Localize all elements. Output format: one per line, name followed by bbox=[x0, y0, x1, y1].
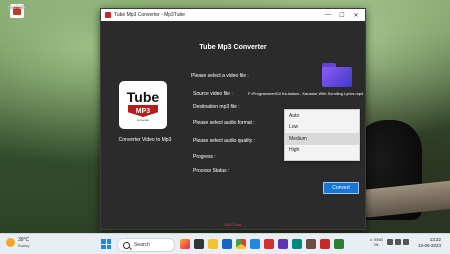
store-icon[interactable] bbox=[250, 239, 260, 249]
source-path-value: F:\Programmer\Dil Ka Aalam - Karaoke Wit… bbox=[248, 91, 364, 96]
app-heading: Tube Mp3 Converter bbox=[199, 44, 267, 51]
app-icon bbox=[105, 12, 111, 18]
start-button[interactable] bbox=[101, 239, 111, 249]
folder-icon[interactable] bbox=[322, 63, 352, 87]
logo-text-mp3: MP3 bbox=[128, 105, 158, 117]
taskbar-app-icon-1[interactable] bbox=[180, 239, 190, 249]
dropdown-option-medium[interactable]: Medium bbox=[285, 133, 359, 145]
app-logo: Tube MP3 converter bbox=[119, 81, 167, 129]
dropdown-option-low[interactable]: Low bbox=[285, 122, 359, 134]
minimize-button[interactable]: — bbox=[321, 9, 335, 21]
window-content: Tube Mp3 Converter Tube MP3 converter Co… bbox=[101, 21, 365, 229]
process-status-label: Process Status : bbox=[193, 168, 230, 174]
progress-label: Progress : bbox=[193, 154, 216, 160]
chevron-up-icon[interactable]: ^ bbox=[370, 239, 372, 245]
mp3tube-taskbar-icon[interactable] bbox=[264, 239, 274, 249]
taskview-icon[interactable] bbox=[194, 239, 204, 249]
taskbar-app-icon-6[interactable] bbox=[334, 239, 344, 249]
destination-label: Destination mp3 file : bbox=[193, 104, 240, 110]
taskbar-app-icon-4[interactable] bbox=[306, 239, 316, 249]
window-titlebar[interactable]: Tube Mp3 Converter - Mp3Tube — ☐ ✕ bbox=[101, 9, 365, 21]
source-video-label: Source video file : bbox=[193, 91, 233, 97]
language-indicator[interactable]: ENG IN bbox=[374, 237, 383, 247]
desktop-icon-label: YouTube bbox=[7, 5, 27, 11]
desktop-icon-youtube[interactable]: YouTube bbox=[6, 4, 28, 18]
logo-caption: Converter Video to Mp3 bbox=[118, 137, 172, 143]
taskbar-clock[interactable]: 13:22 13-06-2023 bbox=[418, 237, 441, 249]
audio-quality-dropdown[interactable]: Auto Low Medium High bbox=[284, 109, 360, 161]
clock-date: 13-06-2023 bbox=[418, 243, 442, 248]
dropdown-option-auto[interactable]: Auto bbox=[285, 110, 359, 122]
taskbar-app-icon-2[interactable] bbox=[278, 239, 288, 249]
select-video-label: Please select a video file : bbox=[191, 73, 249, 79]
window-title: Tube Mp3 Converter - Mp3Tube bbox=[114, 12, 186, 18]
search-icon bbox=[123, 241, 130, 249]
dropdown-option-high[interactable]: High bbox=[285, 145, 359, 157]
taskbar-search[interactable]: Search bbox=[117, 238, 175, 252]
chrome-icon[interactable] bbox=[236, 239, 246, 249]
lang-bottom: IN bbox=[374, 242, 379, 247]
footer-link[interactable]: Mp3Tube bbox=[101, 222, 365, 227]
sun-icon bbox=[6, 238, 15, 247]
logo-text-tube: Tube bbox=[126, 89, 160, 105]
logo-text-converter: converter bbox=[136, 118, 150, 122]
system-tray: ^ ENG IN bbox=[370, 237, 411, 247]
weather-condition: Sunny bbox=[18, 243, 30, 248]
search-placeholder: Search bbox=[134, 242, 150, 248]
weather-widget[interactable]: 39°C Sunny bbox=[6, 237, 29, 248]
file-explorer-icon[interactable] bbox=[208, 239, 218, 249]
taskbar-app-icon-3[interactable] bbox=[292, 239, 302, 249]
volume-icon[interactable] bbox=[395, 239, 402, 245]
convert-button[interactable]: Convert bbox=[323, 182, 359, 194]
battery-icon[interactable] bbox=[403, 239, 410, 245]
wifi-icon[interactable] bbox=[387, 239, 394, 245]
audio-quality-label: Please select audio quality : bbox=[193, 138, 255, 144]
app-window: Tube Mp3 Converter - Mp3Tube — ☐ ✕ Tube … bbox=[100, 8, 366, 230]
close-button[interactable]: ✕ bbox=[349, 9, 363, 21]
audio-format-label: Please select audio format : bbox=[193, 120, 255, 126]
edge-icon[interactable] bbox=[222, 239, 232, 249]
maximize-button[interactable]: ☐ bbox=[335, 9, 349, 21]
taskbar: 39°C Sunny Search ^ ENG IN 13:22 13-06-2… bbox=[0, 233, 450, 254]
taskbar-app-icon-5[interactable] bbox=[320, 239, 330, 249]
